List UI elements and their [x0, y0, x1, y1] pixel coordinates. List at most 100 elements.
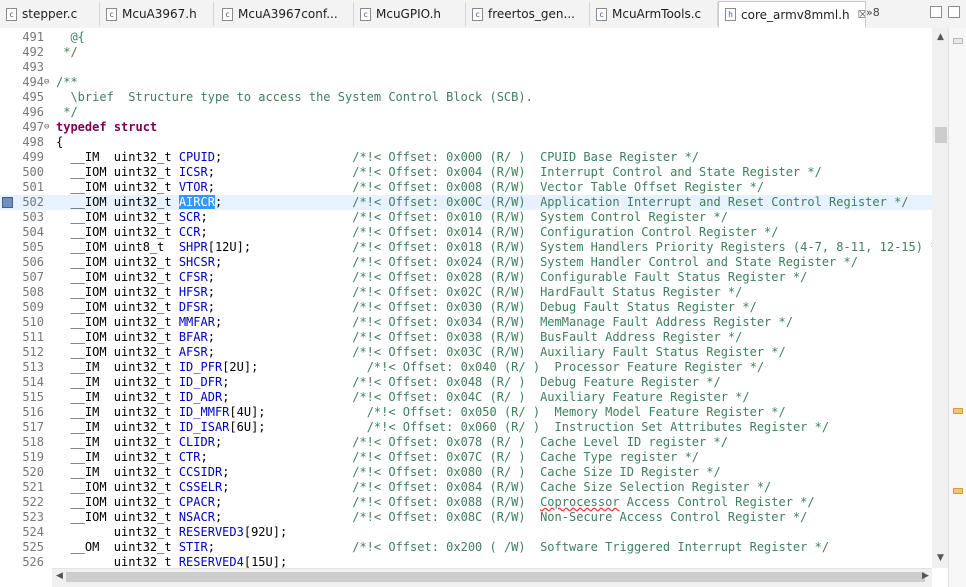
code-token: __IM uint32_t [56, 420, 179, 434]
code-token: __IOM uint32_t [56, 315, 179, 329]
code-token: ; [222, 375, 353, 389]
scroll-down-icon[interactable]: ▼ [937, 553, 944, 563]
code-line[interactable]: 509 __IOM uint32_t DFSR; /*!< Offset: 0x… [0, 300, 932, 315]
line-number: 524 [22, 525, 44, 539]
tab-2[interactable]: c McuA3967conf... [216, 2, 354, 26]
maximize-icon[interactable] [948, 6, 960, 18]
code-text: @{ [56, 30, 84, 45]
tab-0[interactable]: c stepper.c [0, 2, 100, 26]
code-line[interactable]: 498 { [0, 135, 932, 150]
struct-member-name: RESERVED4 [178, 555, 244, 568]
ruler-marker-icon[interactable] [953, 38, 963, 44]
code-line[interactable]: 507 __IOM uint32_t CFSR; /*!< Offset: 0x… [0, 270, 932, 285]
vertical-scroll-thumb[interactable] [935, 127, 947, 143]
close-icon[interactable]: ☒ [858, 8, 865, 21]
line-number: 522 [22, 495, 44, 509]
tab-3[interactable]: c McuGPIO.h [354, 2, 466, 26]
tab-1[interactable]: c McuA3967.h [100, 2, 214, 26]
code-line[interactable]: 505 __IOM uint8_t SHPR[12U]; /*!< Offset… [0, 240, 932, 255]
scroll-left-icon[interactable]: ◀ [56, 571, 63, 581]
code-comment: /*!< Offset: 0x060 (R/ ) Instruction Set… [366, 420, 830, 434]
code-line[interactable]: 500 __IOM uint32_t ICSR; /*!< Offset: 0x… [0, 165, 932, 180]
horizontal-scroll-thumb[interactable] [66, 572, 925, 582]
code-token: __IM uint32_t [56, 360, 179, 374]
vertical-scrollbar[interactable] [932, 28, 948, 568]
code-line[interactable]: 513 __IM uint32_t ID_PFR[2U]; /*!< Offse… [0, 360, 932, 375]
code-text: __IOM uint32_t AFSR; /*!< Offset: 0x03C … [56, 345, 785, 360]
code-line[interactable]: 506 __IOM uint32_t SHCSR; /*!< Offset: 0… [0, 255, 932, 270]
struct-member-name: ID_ADR [178, 390, 223, 404]
line-number: 515 [22, 390, 44, 404]
line-number: 503 [22, 210, 44, 224]
code-comment: /*!< Offset: 0x030 (R/W) Debug Fault Sta… [352, 300, 757, 314]
code-line[interactable]: 524 uint32_t RESERVED3[92U]; [0, 525, 932, 540]
code-line[interactable]: 517 __IM uint32_t ID_ISAR[6U]; /*!< Offs… [0, 420, 932, 435]
tab-5[interactable]: c McuArmTools.c [590, 2, 718, 26]
code-line[interactable]: 494 ⊖ /** [0, 75, 932, 90]
struct-member-name: MMFAR [178, 315, 215, 329]
scroll-right-icon[interactable]: ▶ [922, 571, 929, 581]
line-number: 494 [22, 75, 44, 89]
code-line[interactable]: 492 */ [0, 45, 932, 60]
code-line[interactable]: 512 __IOM uint32_t AFSR; /*!< Offset: 0x… [0, 345, 932, 360]
code-token: ; [207, 330, 353, 344]
code-line[interactable]: 518 __IM uint32_t CLIDR; /*!< Offset: 0x… [0, 435, 932, 450]
code-line[interactable]: 495 \brief Structure type to access the … [0, 90, 932, 105]
code-line[interactable]: 497 ⊖ typedef struct [0, 120, 932, 135]
code-line[interactable]: 508 __IOM uint32_t HFSR; /*!< Offset: 0x… [0, 285, 932, 300]
line-number: 497 [22, 120, 44, 134]
code-line[interactable]: 499 __IM uint32_t CPUID; /*!< Offset: 0x… [0, 150, 932, 165]
code-line[interactable]: 522 __IOM uint32_t CPACR; /*!< Offset: 0… [0, 495, 932, 510]
code-line[interactable]: 493 [0, 60, 932, 75]
bookmark-marker-icon[interactable] [2, 197, 13, 208]
ruler-warning-icon[interactable] [953, 488, 963, 494]
code-line[interactable]: 526 uint32_t RESERVED4[15U]; [0, 555, 932, 568]
code-line[interactable]: 502 __IOM uint32_t AIRCR; /*!< Offset: 0… [0, 195, 932, 210]
code-token: [12U]; [207, 240, 353, 254]
code-token: ; [222, 480, 353, 494]
code-line[interactable]: 521 __IOM uint32_t CSSELR; /*!< Offset: … [0, 480, 932, 495]
code-line[interactable]: 520 __IM uint32_t CCSIDR; /*!< Offset: 0… [0, 465, 932, 480]
code-line[interactable]: 503 __IOM uint32_t SCR; /*!< Offset: 0x0… [0, 210, 932, 225]
code-token: __IOM uint32_t [56, 165, 179, 179]
code-comment: /*!< Offset: 0x014 (R/W) Configuration C… [352, 225, 779, 239]
minimize-icon[interactable] [930, 6, 942, 18]
tab-overflow-button[interactable]: »8 [866, 6, 880, 19]
code-line[interactable]: 491 @{ [0, 30, 932, 45]
code-line[interactable]: 501 __IOM uint32_t VTOR; /*!< Offset: 0x… [0, 180, 932, 195]
code-comment: /*!< Offset: 0x048 (R/ ) Debug Feature R… [352, 375, 721, 389]
code-line[interactable]: 504 __IOM uint32_t CCR; /*!< Offset: 0x0… [0, 225, 932, 240]
code-token: __IOM uint8_t [56, 240, 179, 254]
line-number: 512 [22, 345, 44, 359]
code-line[interactable]: 525 __OM uint32_t STIR; /*!< Offset: 0x2… [0, 540, 932, 555]
code-token: ; [222, 465, 353, 479]
code-keyword: struct [113, 120, 158, 134]
code-line[interactable]: 510 __IOM uint32_t MMFAR; /*!< Offset: 0… [0, 315, 932, 330]
code-line[interactable]: 511 __IOM uint32_t BFAR; /*!< Offset: 0x… [0, 330, 932, 345]
code-comment: Access Control Register */ [619, 495, 815, 509]
line-number: 495 [22, 90, 44, 104]
fold-toggle-icon[interactable]: ⊖ [44, 75, 49, 90]
code-token: __IM uint32_t [56, 405, 179, 419]
code-line[interactable]: 515 __IM uint32_t ID_ADR; /*!< Offset: 0… [0, 390, 932, 405]
code-token: __IM uint32_t [56, 150, 179, 164]
code-line[interactable]: 516 __IM uint32_t ID_MMFR[4U]; /*!< Offs… [0, 405, 932, 420]
tab-label: McuArmTools.c [612, 7, 702, 21]
code-text: __IOM uint32_t SHCSR; /*!< Offset: 0x024… [56, 255, 858, 270]
overview-ruler[interactable] [948, 28, 966, 587]
code-line[interactable]: 496 */ [0, 105, 932, 120]
scroll-up-icon[interactable]: ▲ [937, 32, 944, 42]
code-editor[interactable]: 491 @{492 */493 494 ⊖/** 495 \brief Structu… [0, 28, 932, 568]
code-text: __IM uint32_t ID_MMFR[4U]; /*!< Offset: … [56, 405, 785, 420]
code-line[interactable]: 519 __IM uint32_t CTR; /*!< Offset: 0x07… [0, 450, 932, 465]
tab-6[interactable]: h core_armv8mml.h ☒ [718, 1, 866, 28]
line-number: 504 [22, 225, 44, 239]
tab-4[interactable]: c freertos_gen... [466, 2, 590, 26]
code-line[interactable]: 523 __IOM uint32_t NSACR; /*!< Offset: 0… [0, 510, 932, 525]
line-number: 511 [22, 330, 44, 344]
code-line[interactable]: 514 __IM uint32_t ID_DFR; /*!< Offset: 0… [0, 375, 932, 390]
code-comment: /*!< Offset: 0x038 (R/W) BusFault Addres… [352, 330, 743, 344]
code-token: ; [214, 510, 353, 524]
ruler-warning-icon[interactable] [953, 408, 963, 414]
fold-toggle-icon[interactable]: ⊖ [44, 120, 49, 135]
